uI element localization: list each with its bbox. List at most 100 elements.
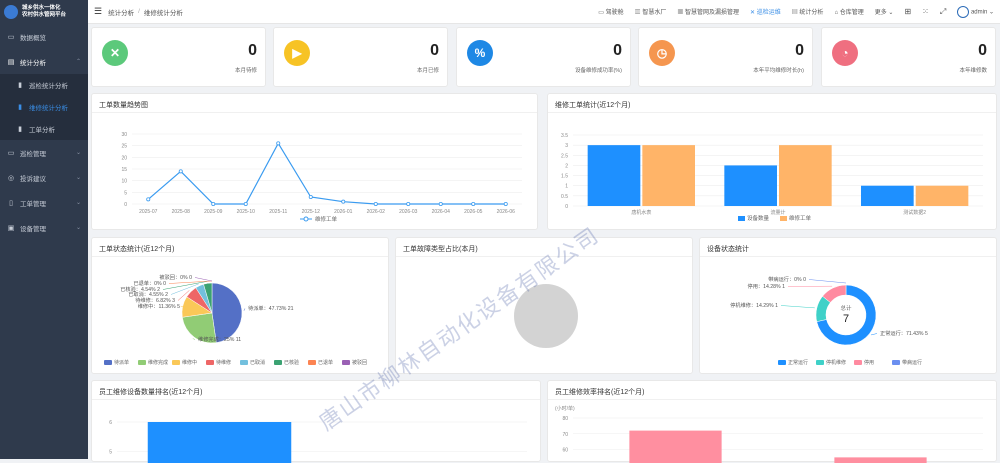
device-status-panel: 设备状态统计 正常运行：71.43% 5停机维修：14.29% 1停用：14.2… <box>699 237 997 374</box>
doc-icon: ▯ <box>7 199 15 207</box>
legend-label: 设备数量 <box>747 214 770 222</box>
fault-type-pie-chart <box>396 238 694 375</box>
x-tick-label: 流量计 <box>770 209 785 216</box>
bar <box>779 145 832 206</box>
legend-marker <box>206 360 214 365</box>
bar <box>861 186 914 206</box>
legend-marker <box>892 360 900 365</box>
fullscreen-icon[interactable]: ⤢ <box>940 7 946 17</box>
data-point <box>147 198 150 201</box>
data-point <box>472 202 475 205</box>
nav-more[interactable]: 更多 ⌄ <box>875 7 894 16</box>
sidebar-item-device-mgmt[interactable]: ▣ 设备管理 ⌄ <box>0 215 88 240</box>
legend-marker <box>172 360 180 365</box>
y-tick-label: 15 <box>121 167 127 173</box>
data-point <box>504 202 507 205</box>
data-point <box>277 142 280 145</box>
status12-panel: 工单状态统计(近12个月) 待派单：47.73% 21维修完成：25% 11维修… <box>91 237 389 374</box>
chevron-down-icon: ⌄ <box>76 149 81 156</box>
menu-toggle-icon[interactable]: ☰ <box>94 6 102 17</box>
bell-icon: ◎ <box>7 174 15 182</box>
pie-slice <box>212 283 242 343</box>
sidebar-item-overview[interactable]: ▭ 数据概览 <box>0 24 88 49</box>
topbar: ☰ 统计分析 / 维修统计分析 ▭ 驾驶舱 ▥ 智慧水厂 ▦ 智慧管网及漏损管理… <box>88 0 1000 24</box>
breadcrumb-current: 维修统计分析 <box>144 7 183 17</box>
slice-label: 待派单：47.73% 21 <box>248 304 294 312</box>
nav-warehouse[interactable]: ⌂ 仓库管理 <box>834 7 863 16</box>
layout-icon[interactable]: ⊞ <box>904 7 911 16</box>
y-tick-label: 6 <box>109 420 112 426</box>
y-tick-label: 5 <box>109 450 112 456</box>
staff-efficiency-bar-chart: 4050607080(小时/单) <box>548 381 998 463</box>
data-point <box>212 202 215 205</box>
y-tick-label: 10 <box>121 179 127 185</box>
x-tick-label: 2025-12 <box>302 209 321 215</box>
legend-marker <box>854 360 862 365</box>
data-point <box>374 202 377 205</box>
x-tick-label: 2026-04 <box>432 209 451 215</box>
y-tick-label: 1.5 <box>561 174 568 180</box>
y-tick-label: 1 <box>565 184 568 190</box>
repair-bar-chart: 00.511.522.533.5唐机水表流量计测试数据2设备数量维修工单 <box>548 94 998 231</box>
bar <box>588 145 641 206</box>
trend-line-chart: 0510152025302025-072025-082025-092025-10… <box>92 94 539 231</box>
monitor-icon: ▭ <box>7 33 15 41</box>
nav-statistics[interactable]: ▤ 统计分析 <box>792 7 824 16</box>
y-tick-label: 3 <box>565 143 568 149</box>
bar-icon: ▮ <box>16 81 24 89</box>
bar-icon: ▮ <box>16 103 24 111</box>
breadcrumb: 统计分析 / 维修统计分析 <box>108 7 183 17</box>
device-status-donut-chart: 正常运行：71.43% 5停机维修：14.29% 1停用：14.28% 1带病运… <box>700 238 998 375</box>
nav-cockpit[interactable]: ▭ 驾驶舱 <box>598 7 623 16</box>
chevron-down-icon: ⌄ <box>76 199 81 206</box>
y-tick-label: 70 <box>562 432 568 438</box>
x-tick-label: 2026-03 <box>399 209 418 215</box>
sidebar: 城乡供水一体化 农村供水管网平台 ▭ 数据概览 ▤ 统计分析 ⌃ ▮ 巡检统计分… <box>0 0 88 459</box>
monitor-icon: ▭ <box>7 149 15 157</box>
legend-marker <box>780 216 787 221</box>
nav-inspection-ops[interactable]: ✕ 巡检运维 <box>750 7 781 16</box>
stat-card: ◔ 0 本年维修数 <box>821 27 996 87</box>
tools-icon: ▶ <box>284 40 310 66</box>
y-tick-label: 25 <box>121 144 127 150</box>
trend-panel: 工单数量趋势图 0510152025302025-072025-082025-0… <box>91 93 538 230</box>
stat-card: % 0 设备维修成功率(%) <box>456 27 631 87</box>
bar-icon: ▮ <box>16 125 24 133</box>
clock-icon: ◷ <box>649 40 675 66</box>
app-logo: 城乡供水一体化 农村供水管网平台 <box>0 0 88 24</box>
label-line <box>781 306 815 308</box>
stat-label: 本年维修数 <box>959 66 987 74</box>
data-point <box>407 202 410 205</box>
bar <box>834 457 926 463</box>
legend-label: 正常运行 <box>788 359 808 366</box>
label-line <box>169 281 212 284</box>
legend-label: 维修完成 <box>148 359 168 366</box>
label-line <box>871 334 877 335</box>
slice-label: 被驳回：0% 0 <box>159 273 192 281</box>
breadcrumb-parent[interactable]: 统计分析 <box>108 7 134 17</box>
x-tick-label: 2025-07 <box>139 209 158 215</box>
y-tick-label: 5 <box>124 190 127 196</box>
percent-icon: % <box>467 40 493 66</box>
bar <box>642 145 695 206</box>
chevron-down-icon: ⌄ <box>76 174 81 181</box>
x-tick-label: 唐机水表 <box>631 209 651 216</box>
sidebar-item-complaints[interactable]: ◎ 投诉建议 ⌄ <box>0 165 88 190</box>
nav-pipe-network[interactable]: ▦ 智慧管网及漏损管理 <box>677 7 739 16</box>
chart-icon: ▤ <box>7 58 15 66</box>
nav-smart-plant[interactable]: ▥ 智慧水厂 <box>635 7 667 16</box>
user-menu[interactable]: admin ⌄ <box>957 6 994 18</box>
grid-icon[interactable]: ⁙ <box>922 7 929 16</box>
sidebar-item-inspection-stats[interactable]: ▮ 巡检统计分析 <box>0 74 88 96</box>
sidebar-item-repair-stats[interactable]: ▮ 维修统计分析 <box>0 96 88 118</box>
sidebar-item-ticket-mgmt[interactable]: ▯ 工单管理 ⌄ <box>0 190 88 215</box>
y-tick-label: 2.5 <box>561 153 568 159</box>
y-tick-label: 2 <box>565 163 568 169</box>
sidebar-item-stats[interactable]: ▤ 统计分析 ⌃ <box>0 49 88 74</box>
app-title-line1: 城乡供水一体化 <box>22 5 66 12</box>
label-line <box>244 309 245 311</box>
sidebar-item-inspection-mgmt[interactable]: ▭ 巡检管理 ⌄ <box>0 140 88 165</box>
bar <box>724 165 777 206</box>
sidebar-item-ticket-analysis[interactable]: ▮ 工单分析 <box>0 118 88 140</box>
stat-label: 本月已修 <box>417 66 439 74</box>
